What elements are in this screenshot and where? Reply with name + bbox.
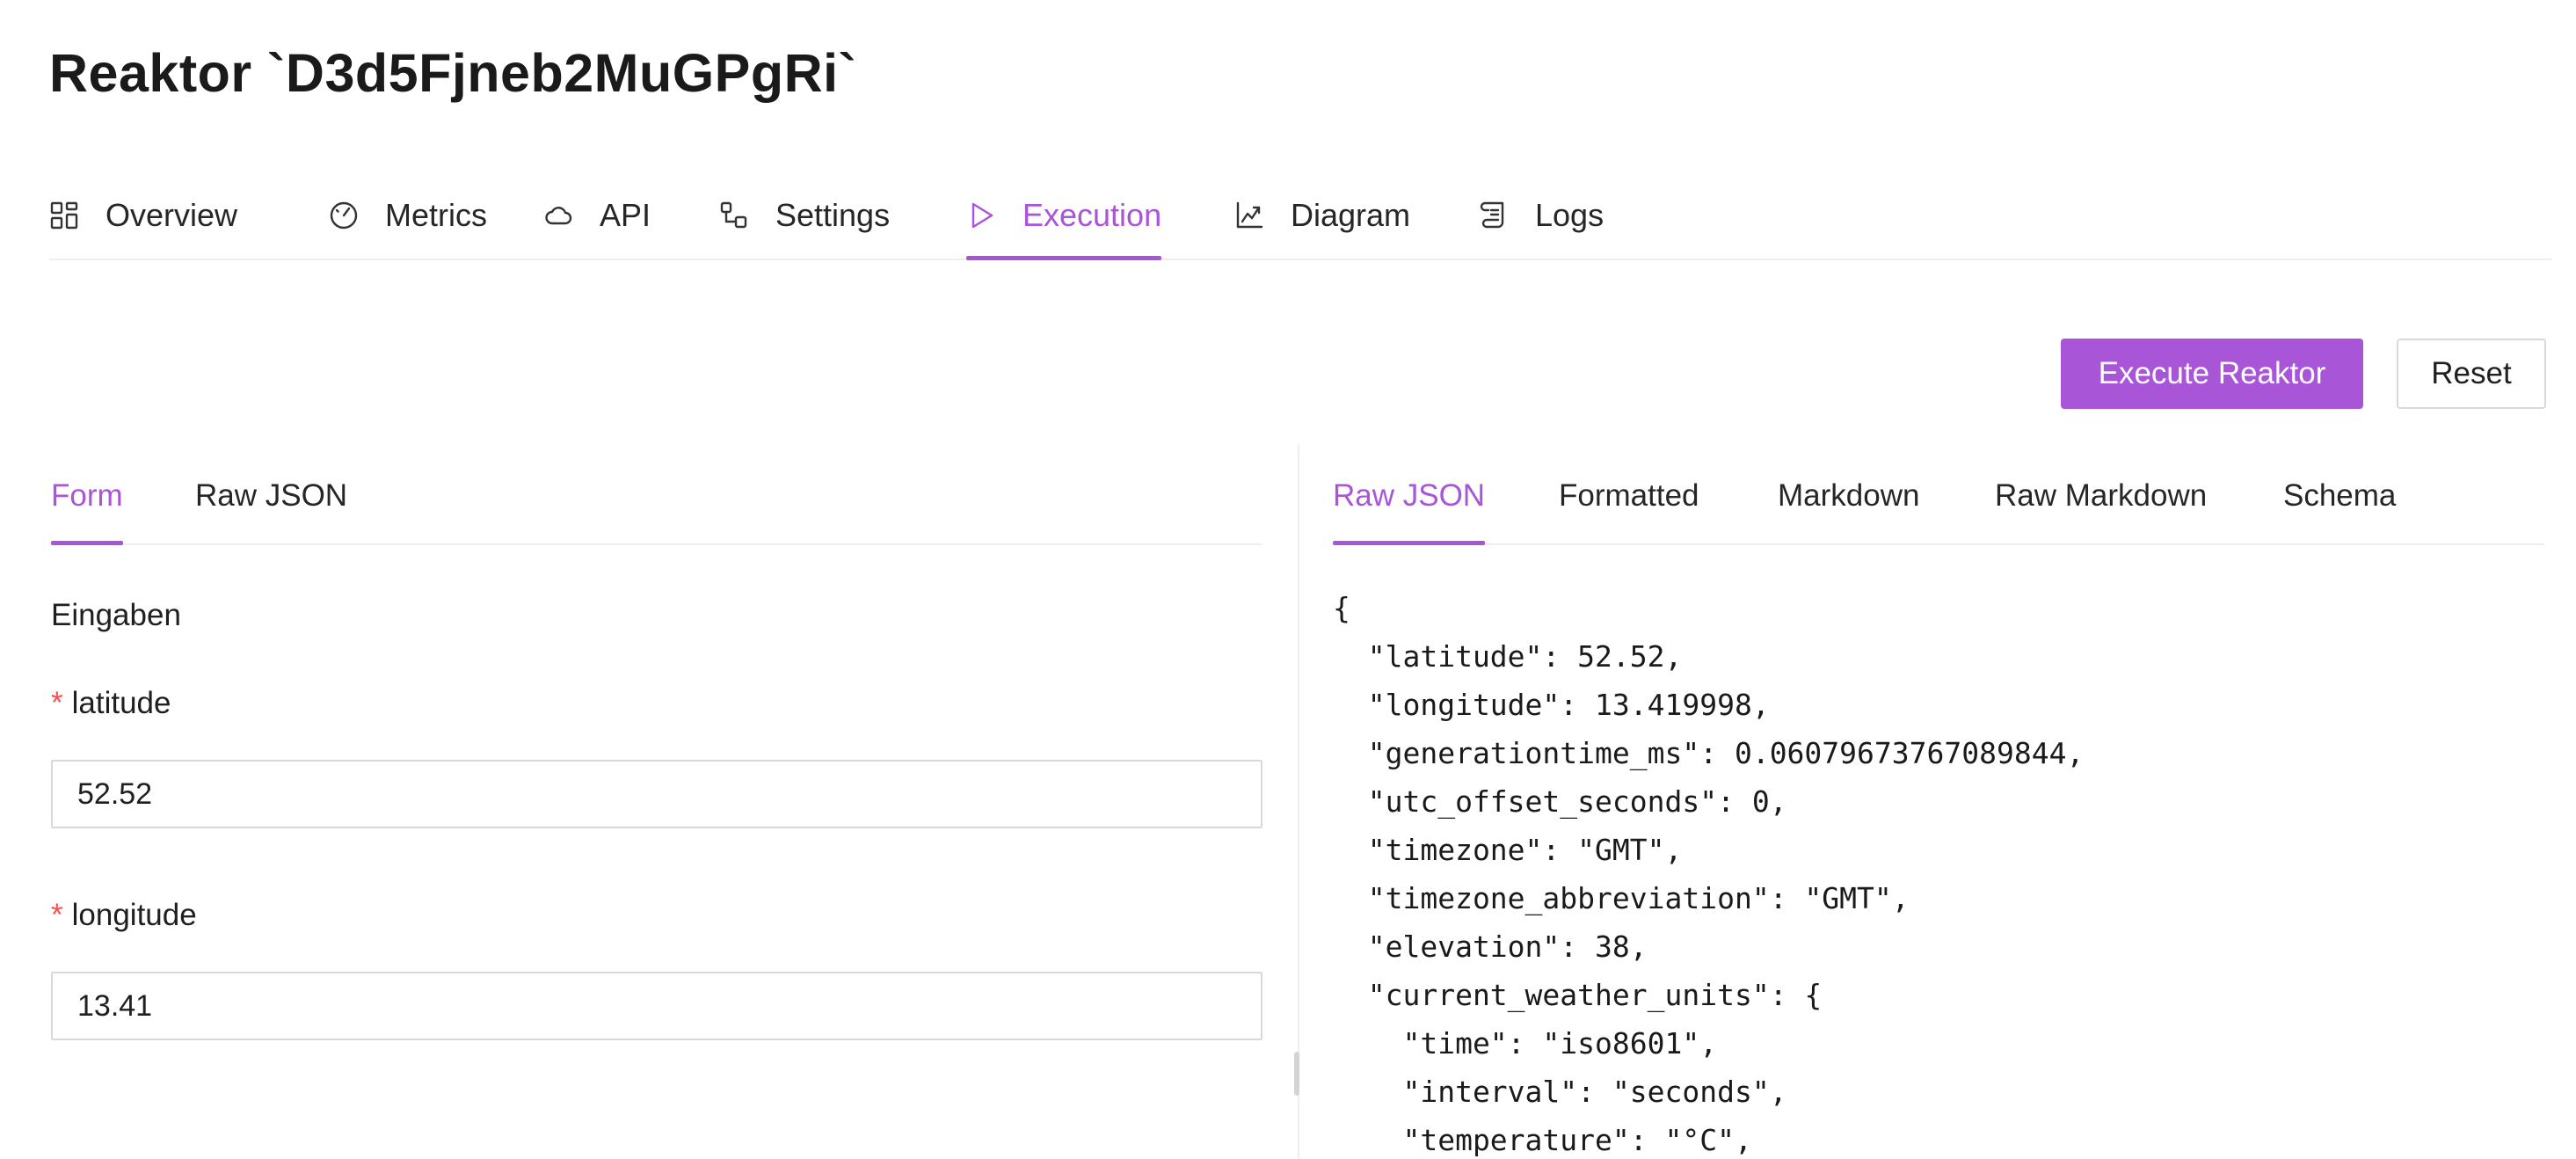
json-line: "interval": "seconds", xyxy=(1333,1075,1787,1109)
tab-label: Diagram xyxy=(1291,197,1411,233)
tab-output-raw-json[interactable]: Raw JSON xyxy=(1333,470,1486,545)
tab-form[interactable]: Form xyxy=(51,470,123,545)
scroll-icon xyxy=(1479,200,1509,230)
tab-api[interactable]: API xyxy=(543,185,651,259)
tab-metrics[interactable]: Metrics xyxy=(329,185,487,259)
tab-label: Settings xyxy=(775,197,891,233)
tab-label: Logs xyxy=(1535,197,1605,233)
json-line: { xyxy=(1333,591,1350,625)
tab-execution[interactable]: Execution xyxy=(966,185,1162,260)
output-tab-bar: Raw JSON Formatted Markdown Raw Markdown… xyxy=(1333,470,2544,545)
tab-markdown[interactable]: Markdown xyxy=(1778,470,1919,543)
execute-reaktor-button[interactable]: Execute Reaktor xyxy=(2061,339,2363,409)
page-title: Reaktor `D3d5Fjneb2MuGPgRi` xyxy=(49,43,857,103)
latitude-input[interactable] xyxy=(51,760,1263,828)
tab-label: Overview xyxy=(106,197,238,233)
nodes-icon xyxy=(719,200,749,230)
reset-button[interactable]: Reset xyxy=(2397,339,2546,409)
input-tab-bar: Form Raw JSON xyxy=(51,470,1263,545)
tab-logs[interactable]: Logs xyxy=(1479,185,1604,259)
play-icon xyxy=(966,200,996,230)
tab-diagram[interactable]: Diagram xyxy=(1234,185,1410,259)
json-output: { "latitude": 52.52, "longitude": 13.419… xyxy=(1333,584,2555,1159)
json-line: "timezone": "GMT", xyxy=(1333,833,1683,867)
json-line: "generationtime_ms": 0.06079673767089844… xyxy=(1333,736,2085,770)
tab-label: Execution xyxy=(1022,197,1162,233)
cloud-icon xyxy=(543,200,573,230)
tab-label: API xyxy=(600,197,651,233)
longitude-input[interactable] xyxy=(51,972,1263,1040)
longitude-label-text: longitude xyxy=(71,898,197,932)
required-mark: * xyxy=(51,686,63,720)
tab-overview[interactable]: Overview xyxy=(49,185,237,259)
tab-label: Metrics xyxy=(385,197,487,233)
json-line: "utc_offset_seconds": 0, xyxy=(1333,784,1787,819)
json-line: "latitude": 52.52, xyxy=(1333,639,1683,674)
chart-icon xyxy=(1234,200,1264,230)
tab-schema[interactable]: Schema xyxy=(2283,470,2396,543)
json-line: "temperature": "°C", xyxy=(1333,1123,1752,1157)
latitude-label-text: latitude xyxy=(71,686,171,720)
grid-icon xyxy=(49,200,79,230)
tab-settings[interactable]: Settings xyxy=(719,185,890,259)
json-line: "timezone_abbreviation": "GMT", xyxy=(1333,881,1910,915)
longitude-label: * longitude xyxy=(51,898,197,933)
required-mark: * xyxy=(51,898,63,932)
latitude-label: * latitude xyxy=(51,686,171,721)
tab-formatted[interactable]: Formatted xyxy=(1559,470,1699,543)
resize-handle[interactable] xyxy=(1294,1052,1299,1096)
json-line: "longitude": 13.419998, xyxy=(1333,688,1770,722)
json-line: "time": "iso8601", xyxy=(1333,1026,1718,1061)
tab-raw-markdown[interactable]: Raw Markdown xyxy=(1995,470,2207,543)
json-line: "elevation": 38, xyxy=(1333,929,1648,964)
section-title: Eingaben xyxy=(51,598,181,632)
json-line: "current_weather_units": { xyxy=(1333,978,1823,1012)
gauge-icon xyxy=(329,200,359,230)
tab-input-raw-json[interactable]: Raw JSON xyxy=(195,470,347,543)
main-tab-bar: Overview Metrics API Settings Execution … xyxy=(49,185,2551,260)
